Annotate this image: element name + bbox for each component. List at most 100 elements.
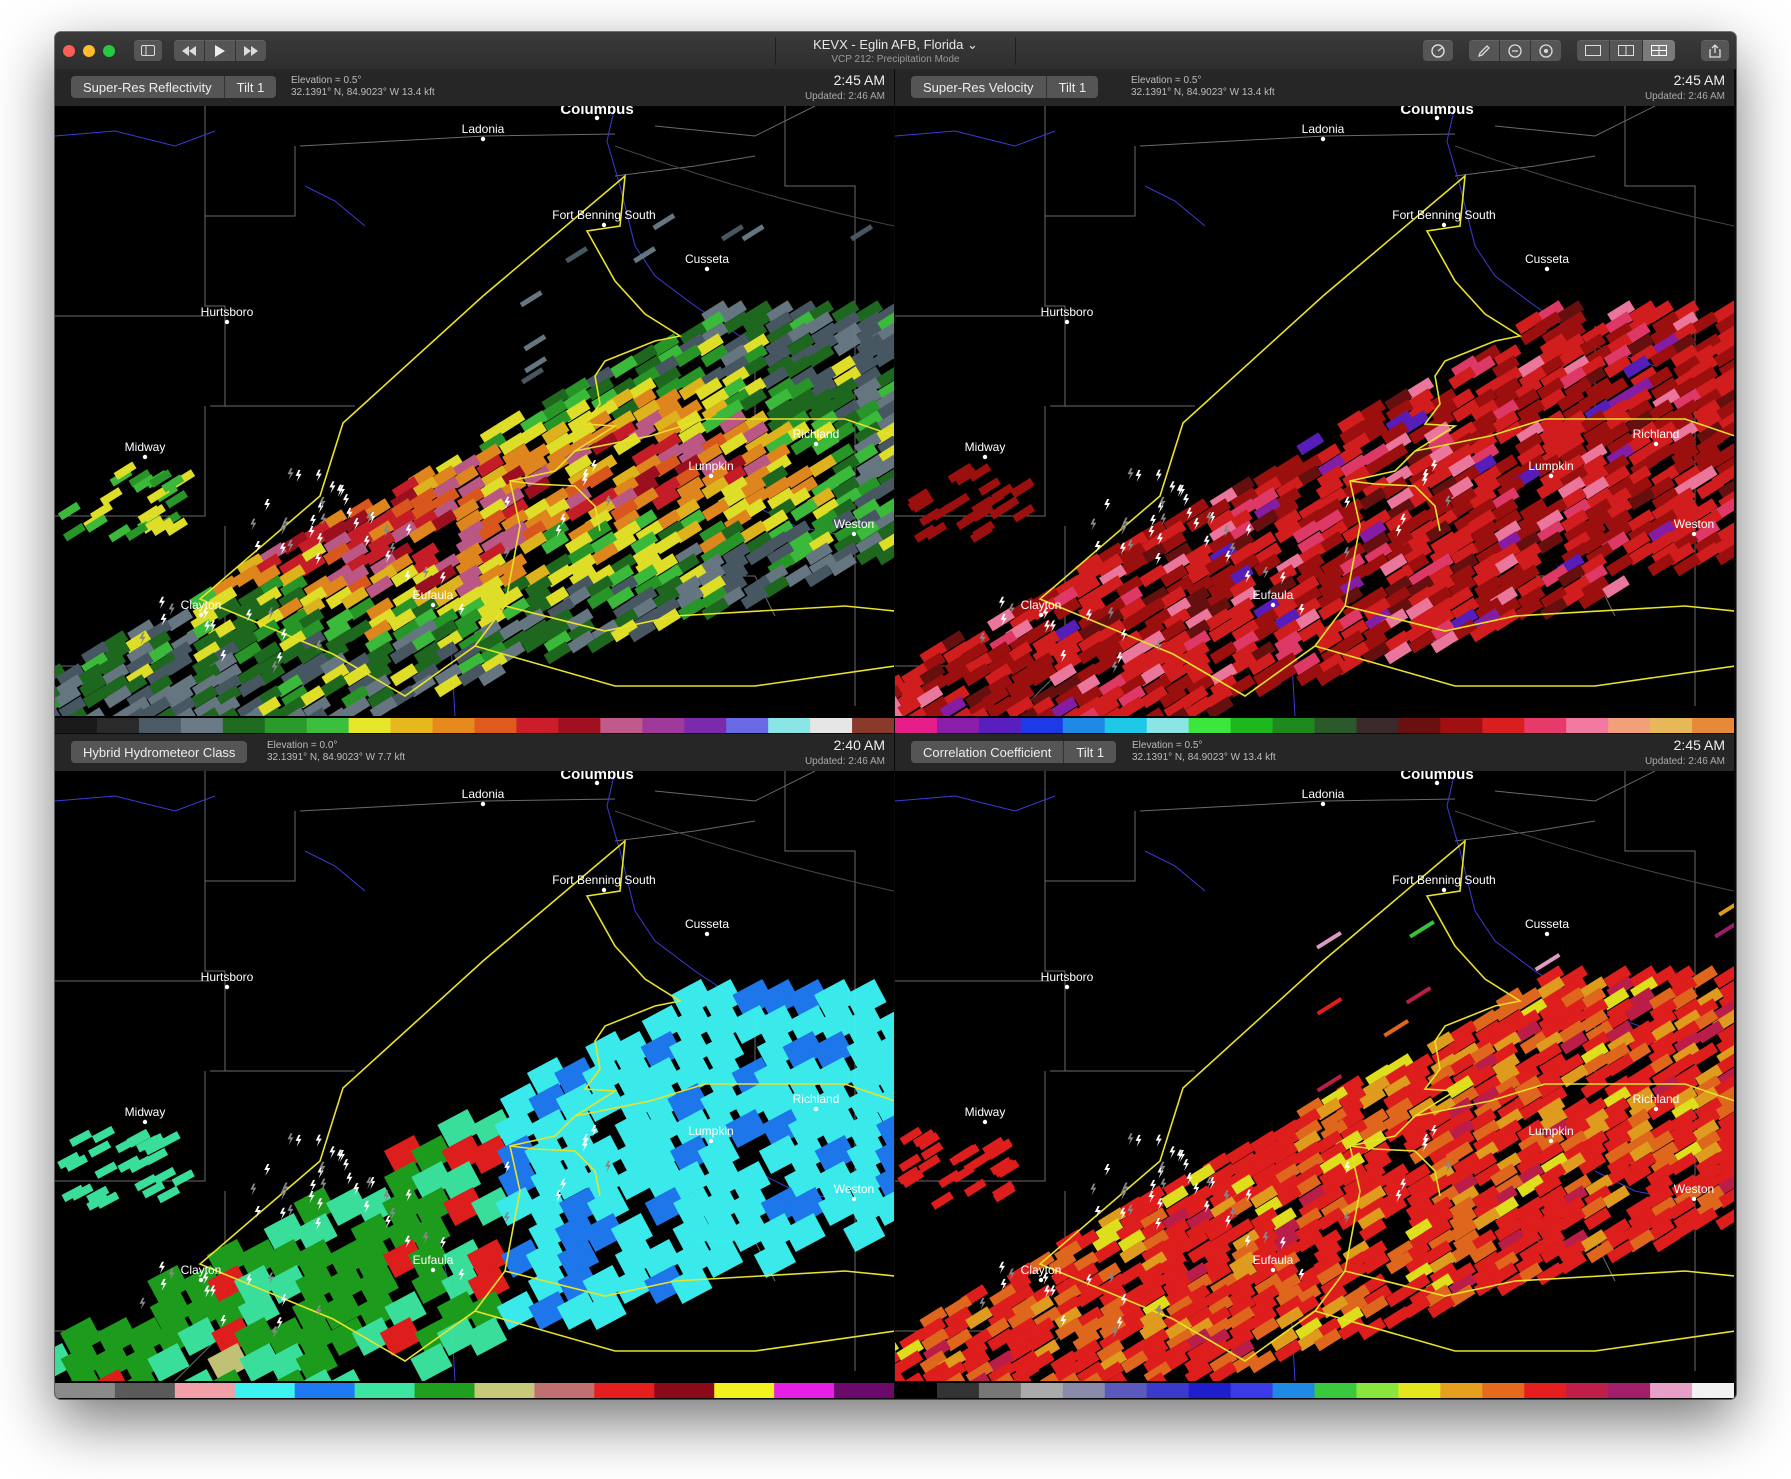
share-icon (1709, 43, 1721, 58)
product-button[interactable]: Correlation Coefficient (911, 741, 1063, 763)
tilt-button[interactable]: Tilt 1 (223, 76, 277, 98)
elevation-label: Elevation = 0.5° (1132, 740, 1203, 751)
titlebar: KEVX - Eglin AFB, Florida ⌄ VCP 212: Pre… (55, 32, 1736, 70)
elevation-label: Elevation = 0.5° (1131, 75, 1202, 86)
city-label: Hurtsboro (1041, 305, 1094, 319)
product-selector[interactable]: Hybrid Hydrometeor Class (71, 741, 248, 763)
single-layout-icon (1585, 45, 1601, 56)
city-label: Ladonia (462, 122, 505, 136)
minus-circle-icon (1508, 43, 1522, 58)
map-canvas: Columbus Ladonia Fort Benning South Cusseta… (55, 106, 894, 716)
radar-panel-velocity[interactable]: Super-Res Velocity Tilt 1 Elevation = 0.5°… (895, 69, 1734, 733)
city-label: Fort Benning South (1392, 873, 1495, 887)
city-label: Hurtsboro (201, 305, 254, 319)
elevation-info: Elevation = 0.5° 32.1391° N, 84.9023° W 1… (1131, 75, 1275, 99)
map-canvas: Columbus Ladonia Fort Benning South Cusseta… (895, 106, 1734, 716)
product-button[interactable]: Super-Res Reflectivity (71, 76, 224, 98)
city-label: Lumpkin (1528, 459, 1573, 473)
product-selector[interactable]: Super-Res Velocity Tilt 1 (911, 76, 1099, 98)
city-label: Cusseta (685, 917, 729, 931)
quad-layout-button[interactable] (1643, 40, 1675, 61)
product-button[interactable]: Super-Res Velocity (911, 76, 1046, 98)
locate-button[interactable] (1531, 40, 1561, 61)
city-label: Cusseta (685, 252, 729, 266)
panel-header: Correlation Coefficient Tilt 1 Elevation =… (895, 734, 1734, 772)
city-label: Ladonia (1302, 122, 1345, 136)
zoom-out-button[interactable] (1500, 40, 1530, 61)
map-canvas: Columbus Ladonia Fort Benning South Cusseta… (55, 771, 894, 1381)
city-label: Clayton (1021, 598, 1062, 612)
city-label: Weston (834, 517, 874, 531)
city-label: Eufaula (413, 588, 454, 602)
radar-panel-reflectivity[interactable]: Super-Res Reflectivity Tilt 1 Elevation = … (55, 69, 894, 733)
elevation-label: Elevation = 0.0° (267, 740, 338, 751)
city-label: Lumpkin (1528, 1124, 1573, 1138)
city-label: Midway (965, 440, 1006, 454)
color-scale-bar (55, 1383, 894, 1398)
updated-time: Updated: 2:46 AM (1644, 91, 1725, 102)
sweep-button[interactable] (1423, 40, 1453, 61)
color-scale-bar (895, 1383, 1734, 1398)
product-selector[interactable]: Super-Res Reflectivity Tilt 1 (71, 76, 277, 98)
chevron-down-icon: ⌄ (967, 37, 978, 52)
single-layout-button[interactable] (1577, 40, 1609, 61)
panel-header: Super-Res Reflectivity Tilt 1 Elevation = … (55, 69, 894, 107)
city-label: Eufaula (1253, 1253, 1294, 1267)
radar-panel-hydrometeor[interactable]: Hybrid Hydrometeor Class Elevation = 0.0°… (55, 734, 894, 1398)
city-label: Fort Benning South (552, 208, 655, 222)
product-button[interactable]: Hybrid Hydrometeor Class (71, 741, 247, 763)
scan-time: 2:45 AM (1673, 737, 1725, 753)
cursor-location: 32.1391° N, 84.9023° W 7.7 kft (267, 752, 406, 763)
elevation-label: Elevation = 0.5° (291, 75, 362, 86)
updated-time: Updated: 2:46 AM (804, 91, 885, 102)
radar-map[interactable]: Columbus Ladonia Fort Benning South Cusseta… (55, 771, 894, 1381)
radar-map[interactable]: Columbus Ladonia Fort Benning South Cusseta… (895, 771, 1734, 1381)
elevation-info: Elevation = 0.0° 32.1391° N, 84.9023° W 7… (267, 740, 405, 764)
city-label: Eufaula (413, 1253, 454, 1267)
scan-time: 2:45 AM (1673, 72, 1725, 88)
city-label: Midway (125, 1105, 166, 1119)
cursor-location: 32.1391° N, 84.9023° W 13.4 kft (1131, 87, 1275, 98)
updated-time: Updated: 2:46 AM (804, 756, 885, 767)
city-label: Clayton (181, 598, 222, 612)
city-label: Weston (1674, 517, 1714, 531)
city-label: Lumpkin (688, 459, 733, 473)
elevation-info: Elevation = 0.5° 32.1391° N, 84.9023° W 1… (1132, 740, 1276, 764)
city-label: Hurtsboro (1041, 970, 1094, 984)
panel-header: Hybrid Hydrometeor Class Elevation = 0.0°… (55, 734, 894, 772)
color-scale-bar (55, 718, 894, 733)
city-label: Midway (125, 440, 166, 454)
pencil-icon (1477, 44, 1490, 57)
city-label: Columbus (560, 106, 633, 118)
city-label: Eufaula (1253, 588, 1294, 602)
updated-time: Updated: 2:46 AM (1644, 756, 1725, 767)
window-title: KEVX - Eglin AFB, Florida (813, 37, 964, 52)
dual-layout-button[interactable] (1610, 40, 1642, 61)
city-label: Columbus (560, 771, 633, 783)
scan-time: 2:40 AM (833, 737, 885, 753)
radar-map[interactable]: Columbus Ladonia Fort Benning South Cusseta… (895, 106, 1734, 716)
share-button[interactable] (1701, 40, 1729, 61)
city-label: Clayton (1021, 1263, 1062, 1277)
city-label: Richland (793, 1092, 840, 1106)
scan-time: 2:45 AM (833, 72, 885, 88)
city-label: Ladonia (1302, 787, 1345, 801)
radar-panel-correlation[interactable]: Correlation Coefficient Tilt 1 Elevation =… (895, 734, 1734, 1398)
radar-map[interactable]: Columbus Ladonia Fort Benning South Cusseta… (55, 106, 894, 716)
product-selector[interactable]: Correlation Coefficient Tilt 1 (911, 741, 1117, 763)
tilt-button[interactable]: Tilt 1 (1063, 741, 1116, 763)
tilt-button[interactable]: Tilt 1 (1045, 76, 1099, 98)
panel-header: Super-Res Velocity Tilt 1 Elevation = 0.5°… (895, 69, 1734, 107)
quad-layout-icon (1651, 45, 1667, 56)
sweep-icon (1431, 43, 1445, 58)
city-label: Clayton (181, 1263, 222, 1277)
draw-button[interactable] (1469, 40, 1499, 61)
dual-layout-icon (1618, 45, 1634, 56)
cursor-location: 32.1391° N, 84.9023° W 13.4 kft (1132, 752, 1276, 763)
city-label: Hurtsboro (201, 970, 254, 984)
city-label: Weston (834, 1182, 874, 1196)
color-scale-bar (895, 718, 1734, 733)
elevation-info: Elevation = 0.5° 32.1391° N, 84.9023° W 1… (291, 75, 435, 99)
city-label: Weston (1674, 1182, 1714, 1196)
target-icon (1539, 43, 1553, 58)
